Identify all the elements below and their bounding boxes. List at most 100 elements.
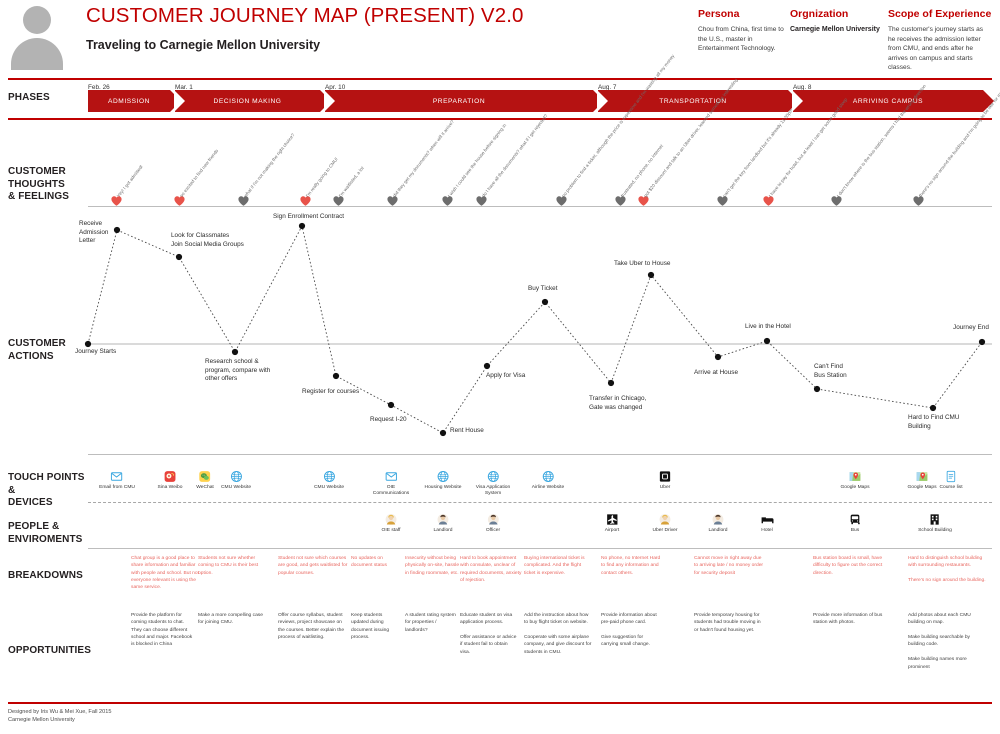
- opportunity-cell: Keep students updated during document is…: [351, 613, 390, 641]
- touchpoint-label: OIE Communications: [372, 485, 410, 497]
- touchpoint-visa-application-system[interactable]: Visa Application System: [476, 470, 510, 497]
- people-item-uber-driver[interactable]: Uber Driver: [652, 513, 678, 534]
- organization-label: Orgnization: [790, 8, 849, 20]
- touchpoint-label: Sina Weibo: [157, 485, 183, 490]
- page-subtitle: Traveling to Carnegie Mellon University: [86, 38, 321, 52]
- action-point[interactable]: [541, 298, 549, 306]
- action-point[interactable]: [714, 353, 722, 361]
- touchpoint-uber[interactable]: Uber: [659, 470, 672, 491]
- touchpoint-email-from-cmu[interactable]: Email from CMU: [99, 470, 135, 491]
- actions-journey-line: [87, 224, 983, 434]
- action-label: Hard to Find CMU Building: [908, 414, 960, 430]
- action-point[interactable]: [113, 226, 121, 234]
- touchpoint-google-maps[interactable]: Google Maps: [907, 470, 937, 491]
- action-point[interactable]: [813, 385, 821, 393]
- touchpoint-label: Housing Website: [424, 485, 462, 490]
- action-point[interactable]: [483, 362, 491, 370]
- action-point[interactable]: [929, 404, 937, 412]
- action-point[interactable]: [978, 338, 986, 346]
- breakdown-cell: Chat group is a good place to share info…: [131, 556, 199, 591]
- thoughts-divider: [88, 206, 992, 207]
- people-item-hotel[interactable]: Hotel: [761, 513, 774, 534]
- action-label: Arrive at House: [694, 369, 739, 376]
- globe-icon: [230, 471, 242, 482]
- people-item-officer[interactable]: Officer: [486, 513, 500, 534]
- people-item-school-building[interactable]: School Building: [918, 513, 952, 534]
- action-point[interactable]: [231, 348, 239, 356]
- action-point[interactable]: [607, 379, 615, 387]
- touchpoint-airline-website[interactable]: Airline Website: [532, 470, 564, 491]
- person-blonde-icon: [659, 514, 671, 525]
- footer-credit: Designed by Iris Wu & Mei Xue, Fall 2015: [8, 709, 112, 715]
- footer: Designed by Iris Wu & Mei Xue, Fall 2015…: [8, 708, 111, 725]
- avatar-body: [11, 38, 63, 70]
- phases-band: Feb. 26 ADMISSION Mar. 1 DECISION MAKING Apr…: [0, 84, 1000, 114]
- touchpoint-wechat[interactable]: WeChat: [196, 470, 214, 491]
- action-label: Journey Starts: [75, 348, 117, 355]
- people-item-bus[interactable]: Bus: [849, 513, 862, 534]
- action-point[interactable]: [439, 429, 447, 437]
- phase-arrow-icon: [983, 90, 994, 112]
- phase-decision-making[interactable]: DECISION MAKING: [174, 90, 331, 112]
- touchpoint-cmu-website[interactable]: CMU Website: [314, 470, 344, 491]
- action-point[interactable]: [175, 253, 183, 261]
- persona-block: Persona Chou from China, first time to t…: [698, 8, 784, 54]
- map-pin-icon: [849, 472, 861, 481]
- people-item-label: Officer: [485, 528, 501, 533]
- touchpoint-label: Visa Application System: [475, 485, 511, 497]
- scope-text: The customer's journey starts as he rece…: [888, 26, 984, 72]
- touchpoint-label: Uber: [659, 485, 671, 490]
- breakdown-cell: Bus station board is small, have difficu…: [813, 556, 883, 576]
- opportunity-cell: Provide the platform for coming students…: [131, 613, 193, 648]
- touchpoint-label: Google Maps: [907, 485, 937, 490]
- thought-text: so excited to find new friends: [178, 148, 220, 198]
- people-item-landlord[interactable]: Landlord: [433, 513, 453, 534]
- globe-icon: [487, 471, 499, 482]
- touchpoint-cmu-website[interactable]: CMU Website: [221, 470, 251, 491]
- people-item-landlord[interactable]: Landlord: [708, 513, 728, 534]
- action-label: Request I-20: [370, 416, 407, 423]
- action-label: Look for Classmates Join Social Media Gr…: [171, 232, 244, 248]
- opportunity-cell: Educate student on visa application proc…: [460, 613, 517, 655]
- avatar-head: [23, 6, 51, 34]
- action-label: Take Uber to House: [614, 260, 671, 267]
- persona-text: Chou from China, first time to the U.S.,…: [698, 26, 784, 53]
- people-item-oie-staff[interactable]: OIE staff: [382, 513, 400, 534]
- touchpoint-google-maps[interactable]: Google Maps: [840, 470, 870, 491]
- thought-text: Yey! I got admitted!: [115, 163, 144, 198]
- breakdown-cell: Insecurity without being physically on-s…: [405, 556, 460, 576]
- phase-arriving-campus[interactable]: ARRIVING CAMPUS: [792, 90, 994, 112]
- phase-notch: [324, 90, 335, 112]
- phase-label: PREPARATION: [432, 97, 486, 105]
- people-divider: [88, 548, 992, 549]
- actions-line-svg: [84, 222, 992, 437]
- touchpoint-housing-website[interactable]: Housing Website: [424, 470, 462, 491]
- action-point[interactable]: [298, 222, 306, 230]
- opportunity-cell: Provide information about pre-paid phone…: [601, 613, 657, 648]
- action-label: Transfer in Chicago, Gate was changed: [589, 395, 647, 411]
- action-point[interactable]: [647, 271, 655, 279]
- action-point[interactable]: [332, 372, 340, 380]
- page-title: CUSTOMER JOURNEY MAP (PRESENT) V2.0: [86, 4, 524, 27]
- touchpoint-label: CMU Website: [313, 485, 345, 490]
- action-point[interactable]: [84, 340, 92, 348]
- row-label-people: PEOPLE & ENVIROMENTS: [8, 521, 83, 545]
- people-item-airport[interactable]: Airport: [605, 513, 619, 534]
- phase-notch: [792, 90, 803, 112]
- envelope-icon: [385, 472, 397, 481]
- touchpoint-course-list[interactable]: Course list: [939, 470, 963, 491]
- people-item-label: Uber Driver: [652, 528, 678, 533]
- action-point[interactable]: [763, 337, 771, 345]
- action-point[interactable]: [387, 401, 395, 409]
- phase-preparation[interactable]: PREPARATION: [324, 90, 604, 112]
- person-icon: [437, 514, 449, 525]
- touchpoint-oie-communications[interactable]: OIE Communications: [373, 470, 409, 497]
- bed-icon: [761, 515, 774, 524]
- phase-transportation[interactable]: TRANSPORTATION: [597, 90, 799, 112]
- phase-admission[interactable]: ADMISSION: [88, 90, 181, 112]
- people-item-label: Landlord: [708, 528, 728, 533]
- touchpoint-sina-weibo[interactable]: Sina Weibo: [157, 470, 183, 491]
- touchpoint-label: Course list: [939, 485, 963, 490]
- organization-block: Orgnization Carnegie Mellon University: [790, 8, 882, 35]
- sina-weibo-icon: [164, 471, 176, 482]
